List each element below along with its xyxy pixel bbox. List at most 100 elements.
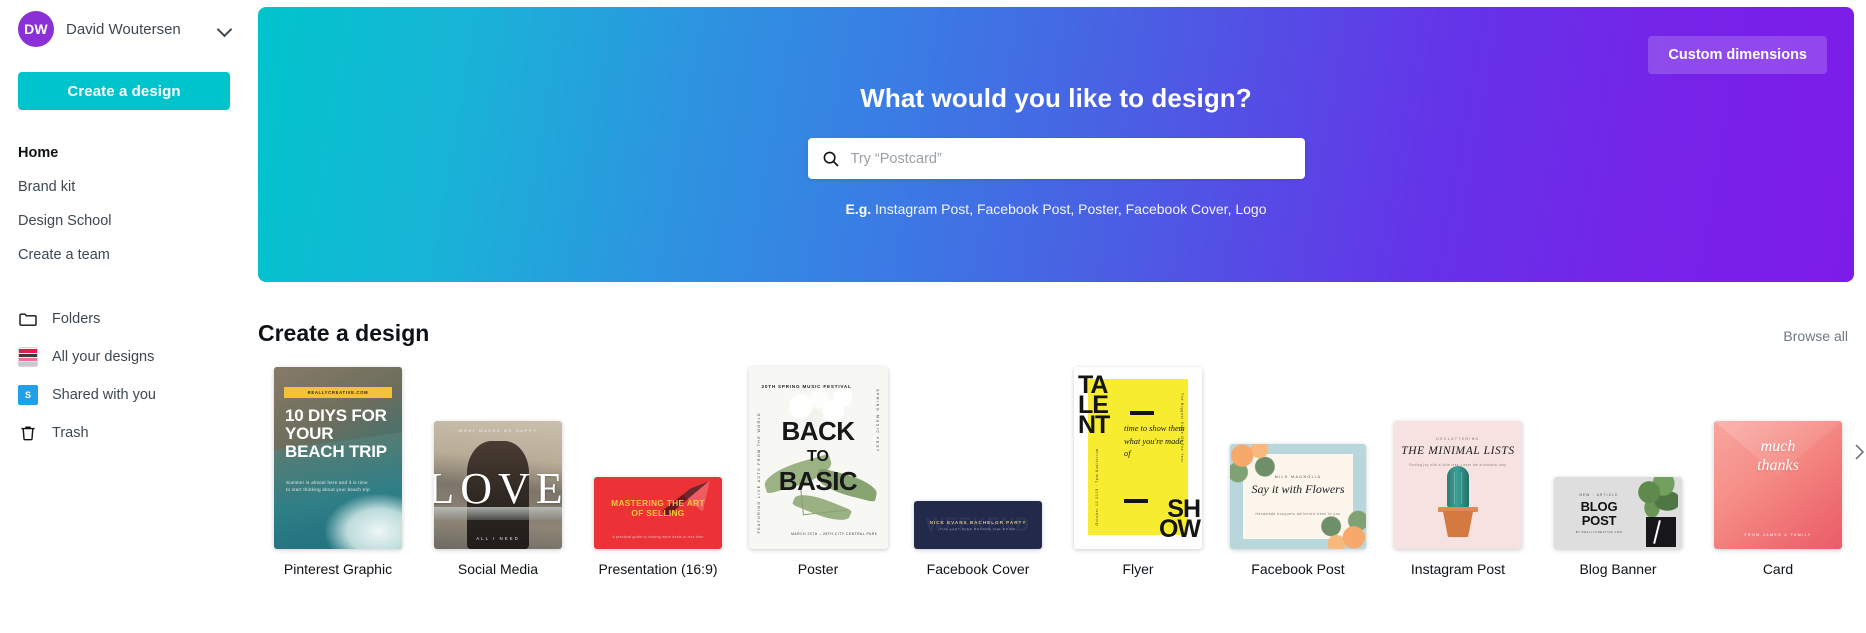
cactus-shape (1447, 466, 1469, 508)
custom-dimensions-button[interactable]: Custom dimensions (1648, 36, 1827, 74)
thumbnail-toptext: MILK MAGNOLIA (1274, 475, 1322, 479)
example-link-logo[interactable]: Logo (1235, 201, 1266, 217)
hero-banner: Custom dimensions What would you like to… (258, 7, 1854, 282)
folder-icon (18, 309, 38, 329)
design-card-card[interactable]: much thanks FROM JAMES & FAMILY Card (1698, 367, 1858, 577)
design-card-blog-banner[interactable]: NEW · ARTICLE BLOG POST BY REALLYCREATIVE… (1538, 367, 1698, 577)
design-type-carousel: REALLYCREATIVE.COM 10 DIYS FOR YOUR BEAC… (258, 367, 1866, 577)
avatar: DW (18, 11, 54, 47)
design-card-label: Card (1762, 561, 1794, 577)
thumbnail-presentation: MASTERING THE ART OF SELLING A practical… (594, 477, 722, 549)
sidebar-item-design-school[interactable]: Design School (14, 204, 244, 238)
design-card-label: Facebook Post (1251, 561, 1345, 577)
thumbnail-headline-text: LOVE (434, 464, 562, 513)
thumbnail-subtext: Summer is almost here and it is time to … (286, 480, 370, 492)
design-card-label: Pinterest Graphic (283, 561, 393, 577)
thumbnail-side-right: The Biggest Stage Of The Year (1180, 393, 1184, 464)
thumbnail-ghost-text: WEEKEND (925, 514, 1031, 536)
primary-nav: Home Brand kit Design School Create a te… (14, 136, 244, 272)
thumbnail-subtext: Handmade bouquets delivered fresh to you (1255, 512, 1341, 516)
sidebar-item-label: Shared with you (52, 387, 156, 403)
design-card-label: Social Media (457, 561, 539, 577)
design-card-flyer[interactable]: TA LE NT time to show them what you're mad… (1058, 367, 1218, 577)
search-input[interactable] (850, 150, 1291, 167)
search-icon (822, 150, 840, 168)
thumbnail-subtext: A practical guide to closing more deals … (612, 535, 704, 539)
sidebar-item-create-a-team[interactable]: Create a team (14, 238, 244, 272)
design-card-pinterest-graphic[interactable]: REALLYCREATIVE.COM 10 DIYS FOR YOUR BEAC… (258, 367, 418, 577)
thumbnail-header: 20TH SPRING MUSIC FESTIVAL (761, 384, 852, 389)
create-a-design-button[interactable]: Create a design (18, 72, 230, 110)
thumbnail-headline: LOVE (434, 421, 562, 549)
chevron-down-icon[interactable] (216, 20, 234, 38)
design-card-presentation[interactable]: MASTERING THE ART OF SELLING A practical… (578, 367, 738, 577)
example-label: E.g. (845, 201, 872, 217)
trash-icon (18, 423, 38, 443)
thumbnail-band-text: REALLYCREATIVE.COM (307, 390, 369, 395)
sidebar-item-shared-with-you[interactable]: S Shared with you (14, 376, 244, 414)
thumbnail-subtext: THE LAST RIDE BEFORE THE BRIDE (939, 527, 1017, 531)
chevron-right-icon[interactable] (1848, 441, 1866, 463)
sidebar-item-folders[interactable]: Folders (14, 300, 244, 338)
thumbnail-toptext: DECLUTTERING (1436, 437, 1480, 441)
example-link-poster[interactable]: Poster (1078, 201, 1118, 217)
sidebar: DW David Woutersen Create a design Home … (0, 0, 258, 633)
design-card-poster[interactable]: 20TH SPRING MUSIC FESTIVAL BACK TO BASIC… (738, 367, 898, 577)
thumbnail-bottomtext: ALL I NEED (476, 536, 520, 541)
sidebar-item-trash[interactable]: Trash (14, 414, 244, 452)
design-card-facebook-post[interactable]: MILK MAGNOLIA Say it with Flowers Handma… (1218, 367, 1378, 577)
design-card-social-media[interactable]: WHAT MAKES ME HAPPY LOVE ALL I NEED Soci… (418, 367, 578, 577)
pot-shape (1442, 511, 1474, 537)
page-title: Create a design (258, 320, 430, 346)
thumbnail-facebook-post: MILK MAGNOLIA Say it with Flowers Handma… (1230, 444, 1366, 549)
design-card-label: Facebook Cover (926, 561, 1030, 577)
thumbnail-poster: 20TH SPRING MUSIC FESTIVAL BACK TO BASIC… (748, 367, 888, 549)
example-link-facebook-post[interactable]: Facebook Post (977, 201, 1070, 217)
thumbnail-headline: BLOG POST (1580, 499, 1618, 528)
thumbnail-social-media: WHAT MAKES ME HAPPY LOVE ALL I NEED (434, 421, 562, 549)
account-name: David Woutersen (66, 20, 181, 38)
canva-homepage: DW David Woutersen Create a design Home … (0, 0, 1866, 633)
account-switcher[interactable]: DW David Woutersen (14, 0, 244, 58)
headline-line-1: BACK (781, 416, 855, 446)
sidebar-item-label: Folders (52, 311, 101, 327)
hero-title: What would you like to design? (860, 83, 1252, 113)
design-card-facebook-cover[interactable]: WEEKEND NICK EVANS BACHELOR PARTY THE LA… (898, 367, 1058, 577)
sidebar-item-home[interactable]: Home (14, 136, 244, 170)
example-link-facebook-cover[interactable]: Facebook Cover (1126, 201, 1228, 217)
thumbnail-facebook-cover: WEEKEND NICK EVANS BACHELOR PARTY THE LA… (914, 501, 1042, 549)
thumbnail-side-right: SPRING MUSIC FEST (875, 389, 880, 453)
thumbnail-headline: Say it with Flowers (1251, 482, 1345, 496)
search-bar[interactable] (807, 138, 1305, 179)
design-card-label: Poster (797, 561, 839, 577)
main-content: Custom dimensions What would you like to… (258, 0, 1866, 633)
hero-inner: What would you like to design? E.g. Inst… (258, 83, 1854, 217)
sidebar-item-all-your-designs[interactable]: All your designs (14, 338, 244, 376)
browse-all-link[interactable]: Browse all (1783, 328, 1854, 347)
design-card-label: Blog Banner (1579, 561, 1657, 577)
example-link-instagram-post[interactable]: Instagram Post (875, 201, 969, 217)
thumbnail-subtext: BY REALLYCREATIVE.COM (1575, 530, 1623, 534)
floral-corner-shape (1230, 444, 1280, 486)
thumbnail-headline: THE MINIMAL LISTS (1401, 445, 1515, 457)
sidebar-item-brand-kit[interactable]: Brand kit (14, 170, 244, 204)
dash-shape (1130, 411, 1154, 415)
thumbnail-instagram-post: DECLUTTERING THE MINIMAL LISTS Finding j… (1394, 421, 1522, 549)
thumbnail-word-left: TA LE NT (1078, 371, 1110, 439)
headline-line-3: BASIC (778, 466, 858, 496)
beach-surf-shape (325, 494, 402, 549)
dash-shape (1124, 499, 1148, 503)
section-header: Create a design Browse all (258, 320, 1854, 347)
thumbnail-blog-banner: NEW · ARTICLE BLOG POST BY REALLYCREATIVE… (1554, 477, 1682, 549)
thumbnail-side-left: FEATURING LIVE ACTS FROM THE WORLD (756, 411, 761, 533)
thumbnail-side-left: October 12 2019 · 7pm Auditorium (1095, 447, 1099, 525)
thumbnail-headline: NICK EVANS BACHELOR PARTY (929, 520, 1027, 525)
notebook-shape (1646, 517, 1676, 547)
design-card-instagram-post[interactable]: DECLUTTERING THE MINIMAL LISTS Finding j… (1378, 367, 1538, 577)
shared-icon: S (18, 385, 38, 405)
thumbnail-headline: BACK TO BASIC (749, 416, 888, 496)
thumbnail-flyer: TA LE NT time to show them what you're mad… (1074, 367, 1202, 549)
thumbnail-headline: 10 DIYS FOR YOUR BEACH TRIP (285, 406, 387, 461)
thumbnail-pinterest-graphic: REALLYCREATIVE.COM 10 DIYS FOR YOUR BEAC… (274, 367, 402, 549)
thumbnail-word-right: SH OW (1158, 495, 1201, 543)
